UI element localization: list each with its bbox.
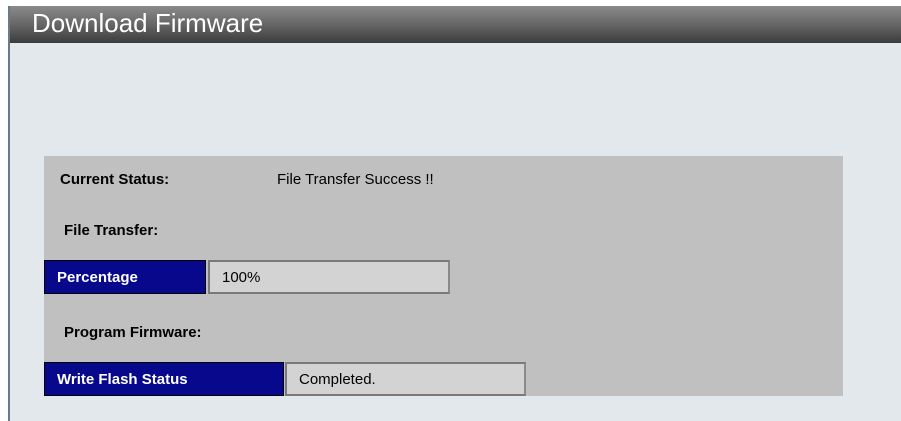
write-flash-value: Completed. <box>285 362 526 396</box>
percentage-header: Percentage <box>44 260 206 294</box>
status-panel: Current Status: File Transfer Success !!… <box>44 156 843 396</box>
firmware-frame: Download Firmware Current Status: File T… <box>8 6 901 421</box>
current-status-label: Current Status: <box>60 171 170 188</box>
write-flash-header: Write Flash Status <box>44 362 284 396</box>
title-bar: Download Firmware <box>10 6 901 43</box>
current-status-value: File Transfer Success !! <box>277 171 434 188</box>
page-title: Download Firmware <box>32 8 264 38</box>
program-firmware-label: Program Firmware: <box>64 324 202 341</box>
file-transfer-label: File Transfer: <box>64 222 159 239</box>
percentage-value: 100% <box>208 260 450 294</box>
